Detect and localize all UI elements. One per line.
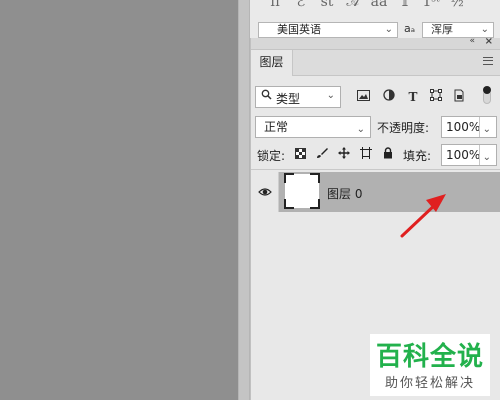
swash-button[interactable]: 𝒜 <box>340 0 366 14</box>
opacity-divider <box>479 117 480 137</box>
filter-toggle-icon[interactable] <box>483 86 491 108</box>
smart-object-filter-icon[interactable] <box>451 89 467 105</box>
adjustment-filter-icon[interactable] <box>381 89 397 105</box>
lock-all-icon[interactable] <box>381 147 395 163</box>
layer-name[interactable]: 图层 0 <box>327 185 362 202</box>
character-panel: ﬁ ℰ st 𝒜 aa 𝕋 1ˢᵗ ½ 美国英语 ⌄ aₐ 浑厚 ⌄ <box>250 0 500 39</box>
close-panel-icon[interactable]: × <box>485 36 493 47</box>
thumbnail-corner <box>284 199 294 209</box>
collapse-panel-icon[interactable]: « <box>469 36 475 46</box>
type-filter-icon[interactable]: T <box>405 89 421 105</box>
fraction-button[interactable]: ½ <box>444 0 470 14</box>
language-select[interactable]: 美国英语 ⌄ <box>258 22 398 38</box>
fill-label: 填充: <box>403 149 432 163</box>
thumbnail-corner <box>284 173 294 183</box>
lock-artboard-icon[interactable] <box>359 147 373 163</box>
chevron-down-icon: ⌄ <box>480 24 489 35</box>
thumbnail-corner <box>310 199 320 209</box>
discretionary-ligature-button[interactable]: st <box>314 0 340 14</box>
anti-alias-value: 浑厚 <box>431 23 453 36</box>
watermark-subtitle: 助你轻松解决 <box>384 376 475 391</box>
panel-menu-icon[interactable] <box>483 57 493 65</box>
lock-row: 锁定: 填充: 100% ⌄ <box>255 144 497 166</box>
fill-value: 100% <box>446 148 481 162</box>
filter-kind-select[interactable]: 类型 ⌄ <box>255 86 341 108</box>
visibility-toggle[interactable] <box>251 172 279 212</box>
anti-alias-select[interactable]: 浑厚 ⌄ <box>422 22 494 38</box>
tab-layers[interactable]: 图层 <box>251 50 293 76</box>
chevron-down-icon: ⌄ <box>384 24 393 35</box>
filter-toggle-knob <box>483 86 491 94</box>
lock-image-pixels-icon[interactable] <box>315 147 329 163</box>
shape-filter-icon[interactable] <box>428 89 444 105</box>
panel-tabbar: 图层 <box>251 50 500 76</box>
filter-kind-label: 类型 <box>276 92 301 106</box>
divider-line <box>251 169 500 170</box>
opacity-label: 不透明度: <box>377 121 430 135</box>
chevron-down-icon[interactable]: ⌄ <box>483 148 491 168</box>
ordinal-button[interactable]: 1ˢᵗ <box>418 0 444 14</box>
annotation-arrow <box>400 194 446 238</box>
ligature-fi-button[interactable]: ﬁ <box>262 0 288 14</box>
layer-filter-row: 类型 ⌄ T <box>255 86 497 108</box>
eye-icon <box>258 185 272 199</box>
fill-input[interactable]: 100% ⌄ <box>441 144 497 166</box>
stylistic-alternate-button[interactable]: aa <box>366 0 392 14</box>
panel-divider[interactable] <box>238 0 250 400</box>
document-canvas-area[interactable] <box>0 0 238 400</box>
contextual-alternate-button[interactable]: ℰ <box>288 0 314 14</box>
anti-alias-icon: aₐ <box>404 22 416 35</box>
chevron-down-icon[interactable]: ⌄ <box>483 120 491 140</box>
opentype-glyph-buttons: ﬁ ℰ st 𝒜 aa 𝕋 1ˢᵗ ½ <box>262 0 470 14</box>
panel-titlebar[interactable]: « × <box>251 36 500 50</box>
watermark-title: 百科全说 <box>375 342 484 372</box>
blend-mode-select[interactable]: 正常 ⌄ <box>255 116 371 138</box>
watermark-logo: 百科全说 助你轻松解决 <box>370 334 490 396</box>
layer-thumbnail[interactable] <box>284 173 320 209</box>
chevron-down-icon: ⌄ <box>356 124 365 135</box>
blend-row: 正常 ⌄ 不透明度: 100% ⌄ <box>255 116 497 138</box>
lock-transparent-pixels-icon[interactable] <box>293 147 307 163</box>
language-value: 美国英语 <box>277 23 321 36</box>
layer-item-selected[interactable]: 图层 0 <box>279 172 500 212</box>
image-filter-icon[interactable] <box>355 89 371 105</box>
search-icon <box>261 89 272 103</box>
layer-row[interactable]: 图层 0 <box>251 172 500 212</box>
opacity-input[interactable]: 100% ⌄ <box>441 116 497 138</box>
thumbnail-corner <box>310 173 320 183</box>
blend-mode-value: 正常 <box>264 120 289 134</box>
lock-label: 锁定: <box>257 149 286 163</box>
fill-divider <box>479 145 480 165</box>
opacity-value: 100% <box>446 120 481 134</box>
chevron-down-icon: ⌄ <box>326 90 335 101</box>
titling-alternate-button[interactable]: 𝕋 <box>392 0 418 14</box>
lock-position-icon[interactable] <box>337 147 351 163</box>
